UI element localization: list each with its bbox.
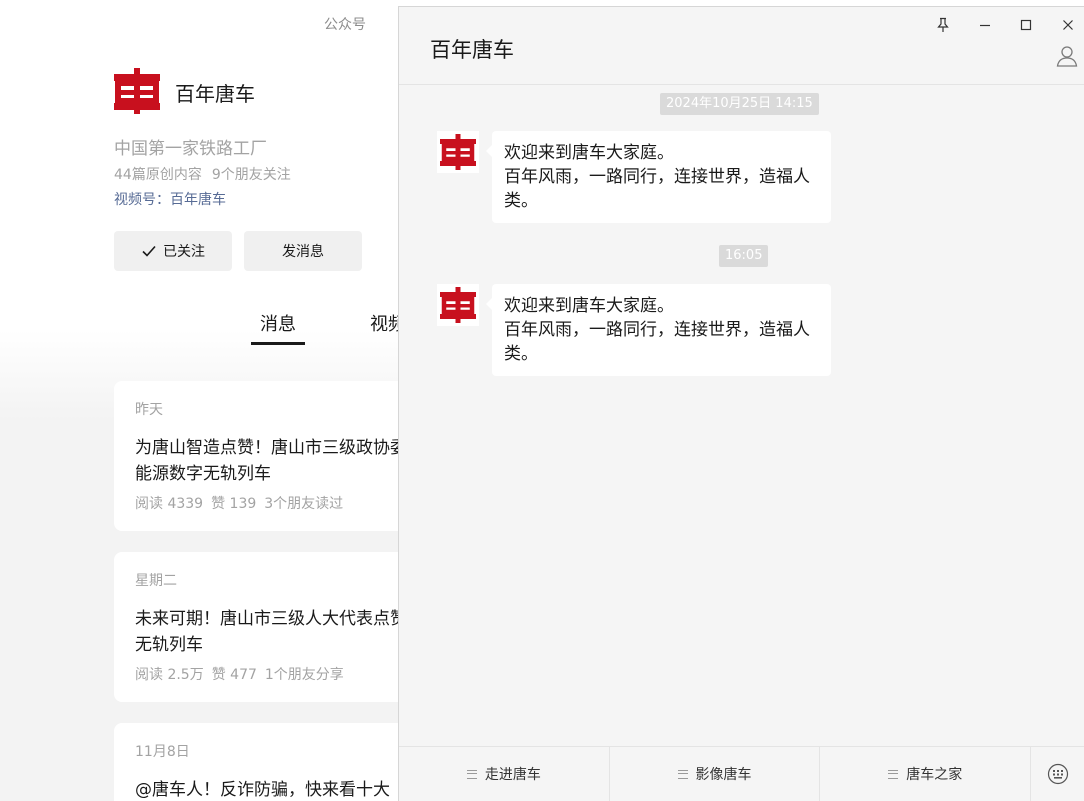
chat-title: 百年唐车: [430, 38, 514, 62]
followed-button[interactable]: 已关注: [114, 231, 232, 271]
crrc-logo-icon: [114, 68, 160, 114]
close-icon: [1063, 20, 1073, 30]
message-line: 欢迎来到唐车大家庭。: [504, 296, 674, 316]
maximize-icon: [1020, 19, 1032, 31]
message-line: 百年风雨，一路同行，连接世界，造福人类。: [504, 320, 810, 364]
menu-item-about[interactable]: 走进唐车: [399, 747, 610, 801]
article-likes: 赞 477: [211, 667, 257, 683]
video-channel-link[interactable]: 视频号：百年唐车: [114, 189, 226, 209]
chat-window: 百年唐车 2024年10月25日 14:15 欢迎来到唐车大家庭。 百年风雨，一…: [398, 6, 1084, 801]
message-bubble[interactable]: 欢迎来到唐车大家庭。 百年风雨，一路同行，连接世界，造福人类。: [486, 131, 831, 223]
pin-icon: [937, 17, 949, 32]
pin-button[interactable]: [933, 15, 953, 35]
message-timestamp: 16:05: [719, 245, 769, 267]
article-meta: 阅读 2.5万赞 477 1个朋友分享: [135, 664, 344, 684]
article-date: 11月8日: [135, 744, 190, 760]
message-line: 欢迎来到唐车大家庭。: [504, 143, 674, 163]
menu-item-label: 影像唐车: [695, 767, 752, 783]
tab-messages[interactable]: 消息: [251, 310, 305, 345]
friends-following-count: 9个朋友关注: [211, 167, 291, 183]
message-timestamp: 2024年10月25日 14:15: [660, 93, 819, 115]
account-menu-bar: 走进唐车 影像唐车 唐车之家: [399, 746, 1084, 801]
keyboard-toggle-button[interactable]: [1031, 747, 1084, 801]
account-stats: 44篇原创内容 9个朋友关注: [114, 164, 291, 184]
article-reads: 阅读 2.5万: [135, 667, 204, 683]
article-social: 1个朋友分享: [264, 667, 344, 683]
article-date: 昨天: [135, 402, 163, 418]
menu-list-icon: [888, 769, 899, 779]
maximize-button[interactable]: [1016, 15, 1036, 35]
minimize-button[interactable]: [975, 15, 995, 35]
keyboard-icon: [1047, 763, 1068, 785]
menu-item-label: 走进唐车: [484, 767, 541, 783]
crrc-avatar-icon[interactable]: [437, 284, 479, 326]
article-social: 3个朋友读过: [264, 496, 344, 512]
chat-header: 百年唐车: [399, 7, 1084, 85]
close-button[interactable]: [1058, 15, 1078, 35]
article-meta: 阅读 4339 赞 139 3个朋友读过: [135, 493, 343, 513]
menu-item-home[interactable]: 唐车之家: [820, 747, 1032, 801]
account-profile-icon[interactable]: [1055, 44, 1079, 68]
menu-item-label: 唐车之家: [906, 767, 963, 783]
crrc-avatar-icon[interactable]: [437, 131, 479, 173]
message-bubble[interactable]: 欢迎来到唐车大家庭。 百年风雨，一路同行，连接世界，造福人类。: [486, 284, 831, 376]
followed-button-label: 已关注: [163, 244, 205, 260]
send-message-label: 发消息: [282, 244, 324, 260]
article-likes: 赞 139: [211, 496, 257, 512]
message-line: 百年风雨，一路同行，连接世界，造福人类。: [504, 167, 810, 211]
send-message-button[interactable]: 发消息: [244, 231, 362, 271]
account-description: 中国第一家铁路工厂: [114, 139, 267, 159]
menu-item-gallery[interactable]: 影像唐车: [610, 747, 821, 801]
profile-topbar-label: 公众号: [324, 17, 366, 33]
original-articles-count: 44篇原创内容: [114, 167, 202, 183]
article-date: 星期二: [135, 573, 177, 589]
minimize-icon: [980, 24, 990, 27]
article-reads: 阅读 4339: [135, 496, 204, 512]
menu-list-icon: [466, 769, 477, 779]
check-icon: [142, 245, 156, 257]
account-name: 百年唐车: [175, 82, 255, 106]
menu-list-icon: [677, 769, 688, 779]
